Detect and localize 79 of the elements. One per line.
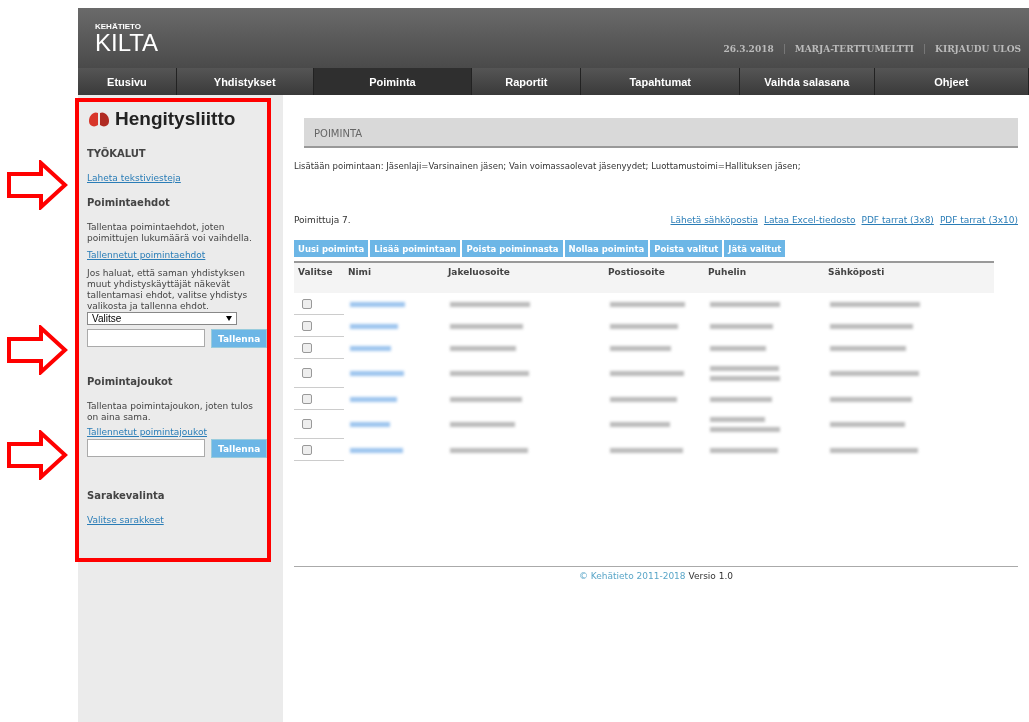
nav-tab[interactable]: Poiminta (313, 68, 473, 95)
saved-criteria-link[interactable]: Tallennetut poimintaehdot (87, 250, 263, 260)
blurred-text (350, 323, 398, 329)
copyright-link[interactable]: © Kehätieto 2011-2018 (578, 571, 686, 581)
action-button[interactable]: Uusi poiminta (294, 240, 369, 257)
sets-description: Tallentaa poimintajoukon, joten tulos on aina sama. (87, 401, 255, 423)
blurred-text (710, 301, 780, 307)
action-button[interactable]: Jätä valitut (724, 240, 786, 257)
nav-tab[interactable]: Raportit (472, 68, 582, 95)
blurred-text (450, 396, 522, 402)
criteria-description: Tallentaa poimintaehdot, joten poimittujen lukumäärä voi vaihdella. (87, 222, 253, 244)
dropdown-caret-icon (226, 316, 232, 321)
blurred-text (350, 301, 405, 307)
nav-tab[interactable]: Ohjeet (874, 68, 1029, 95)
blurred-text (610, 422, 670, 427)
result-count: Poimittuja 7. (294, 215, 351, 225)
column-header: Postiosoite (607, 267, 666, 277)
blurred-text (350, 345, 391, 351)
save-button[interactable]: Tallenna (211, 439, 268, 458)
version-label: Versio 1.0 (688, 571, 733, 581)
action-button[interactable]: Poista poiminnasta (462, 240, 563, 257)
save-button[interactable]: Tallenna (211, 329, 268, 348)
blurred-text (710, 447, 778, 453)
action-button[interactable]: Lisää poimintaan (370, 240, 461, 257)
blurred-text (710, 396, 772, 402)
export-link[interactable]: Lataa Excel-tiedosto (763, 215, 856, 225)
action-button[interactable]: Nollaa poiminta (564, 240, 649, 257)
association-select[interactable]: Valitse (87, 312, 237, 325)
column-header: Nimi (347, 267, 373, 277)
blurred-text (450, 345, 516, 351)
export-link[interactable]: Lähetä sähköpostia (670, 215, 758, 225)
row-checkbox[interactable] (302, 320, 312, 331)
sms-link[interactable]: Laheta tekstiviesteja (87, 173, 263, 183)
section-title: TYÖKALUT (87, 148, 147, 159)
blurred-text (450, 422, 515, 427)
column-header: Valitse (297, 267, 334, 277)
blurred-text (710, 345, 766, 351)
blurred-text (350, 447, 403, 453)
select-columns-link[interactable]: Valitse sarakkeet (87, 515, 263, 525)
section-title: Poimintaehdot (87, 197, 171, 208)
nav-tab[interactable]: Tapahtumat (581, 68, 741, 95)
blurred-text (610, 323, 678, 329)
share-description: Jos haluat, että saman yhdistyksen muut yhdistyskäyttäjät näkevät tallentamasi ehdot, valitse yhdistys valikosta ja tallenna ehdot. (87, 268, 249, 312)
logout-link[interactable]: KIRJAUDU ULOS (924, 44, 1021, 54)
blurred-text (710, 376, 780, 381)
blurred-text (610, 345, 671, 351)
blurred-text (350, 371, 404, 376)
nav-tab[interactable]: Vaihda salasana (740, 68, 875, 95)
section-title: Poimintajoukot (87, 376, 174, 387)
action-button[interactable]: Poista valitut (650, 240, 723, 257)
row-checkbox[interactable] (302, 444, 312, 455)
saved-sets-link[interactable]: Tallennetut poimintajoukot (87, 427, 263, 437)
name-input[interactable] (87, 329, 205, 347)
name-input[interactable] (87, 439, 205, 457)
section-title: Sarakevalinta (87, 490, 166, 501)
user-link[interactable]: MARJA-TERTTUMELTTI (783, 44, 915, 54)
row-checkbox[interactable] (302, 393, 312, 404)
logo-subtitle: KEHÄTIETO (95, 21, 143, 31)
column-header: Jakeluosoite (446, 267, 511, 277)
selection-info: Lisätään poimintaan: Jäsenlaji=Varsinainen jäsen; Vain voimassaolevat jäsenyydet; Luottamustoimi=Hallituksen jäsen; (294, 161, 802, 171)
row-checkbox[interactable] (302, 342, 312, 353)
brand-name: Hengitysliitto (115, 108, 236, 130)
blurred-text (710, 427, 780, 432)
blurred-text (350, 422, 390, 427)
row-checkbox[interactable] (302, 368, 312, 378)
page-title-bar: POIMINTA (304, 118, 1018, 148)
blurred-text (610, 396, 677, 402)
export-link[interactable]: PDF tarrat (3x8) (861, 215, 934, 225)
date-label: 26.3.2018 (722, 44, 774, 54)
logo-title: KILTA (95, 30, 159, 55)
blurred-text (710, 417, 765, 422)
export-link[interactable]: PDF tarrat (3x10) (939, 215, 1018, 225)
column-header: Puhelin (707, 267, 748, 277)
blurred-text (710, 323, 773, 329)
row-checkbox[interactable] (302, 419, 312, 429)
column-header: Sähköposti (827, 267, 886, 277)
blurred-text (710, 366, 779, 371)
row-checkbox[interactable] (302, 298, 312, 309)
blurred-text (350, 396, 397, 402)
